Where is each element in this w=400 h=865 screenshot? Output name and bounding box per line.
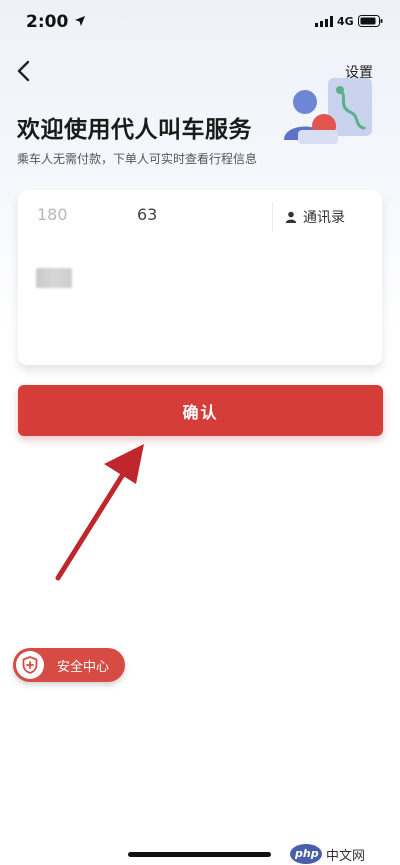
- watermark-logo-text: php: [295, 847, 319, 860]
- confirm-button[interactable]: 确认: [18, 385, 383, 436]
- contacts-button[interactable]: 通讯录: [285, 204, 375, 230]
- phone-number-suffix[interactable]: 63: [137, 205, 157, 224]
- annotation-arrow-icon: [55, 444, 144, 581]
- watermark-logo: php: [290, 844, 322, 864]
- location-arrow-icon: [75, 16, 85, 26]
- signal-bars-icon: [315, 16, 333, 27]
- contacts-label: 通讯录: [303, 210, 345, 226]
- field-divider: [272, 202, 273, 232]
- site-watermark: php 中文网: [290, 843, 394, 865]
- safety-center-button[interactable]: 安全中心: [13, 648, 125, 682]
- app-screen: 2:00 4G 设置 欢迎使用代人叫车服务 乘车人无需付款，下单人可实时查看行程…: [0, 0, 400, 865]
- safety-center-label: 安全中心: [57, 660, 110, 675]
- rider-map-illustration: [284, 78, 372, 144]
- battery-icon: [358, 15, 383, 27]
- home-indicator: [128, 852, 271, 857]
- shield-plus-icon: [22, 656, 38, 674]
- page-subtitle: 乘车人无需付款，下单人可实时查看行程信息: [17, 152, 258, 166]
- page-title: 欢迎使用代人叫车服务: [17, 117, 252, 143]
- watermark-text: 中文网: [326, 849, 366, 864]
- rider-name-field-redacted[interactable]: [36, 268, 72, 288]
- status-time: 2:00: [26, 12, 69, 32]
- back-icon[interactable]: [14, 58, 36, 84]
- shield-badge: [16, 651, 44, 679]
- person-icon: [285, 211, 297, 223]
- network-type-label: 4G: [337, 15, 354, 28]
- phone-number-prefix[interactable]: 180: [37, 205, 68, 224]
- status-bar: 2:00 4G: [0, 0, 400, 44]
